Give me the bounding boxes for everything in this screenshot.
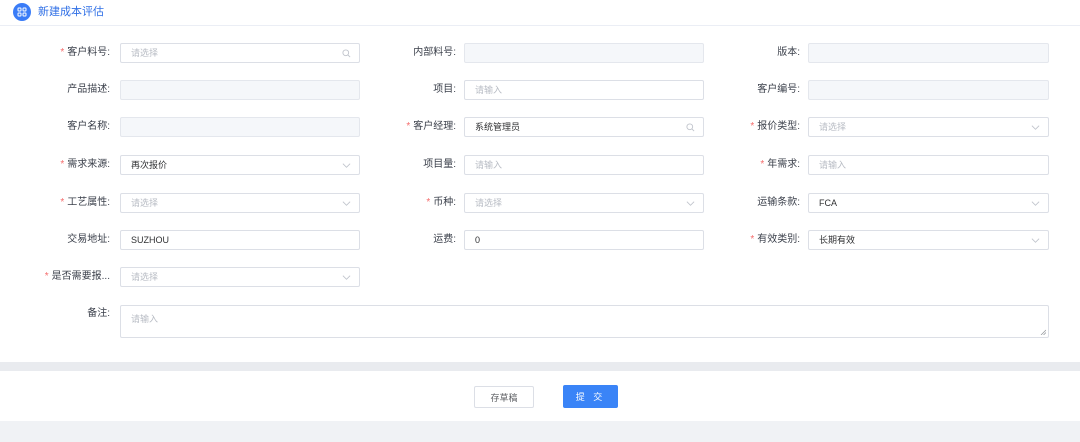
customer-name-label: 客户名称: [67,121,110,132]
shipping-terms-label: 运输条款: [757,197,800,208]
currency-select[interactable]: 请选择 [464,193,704,213]
currency-label: * 币种: [426,197,456,208]
demand-source-label: * 需求来源: [60,159,110,170]
remarks-label: 备注: [87,308,110,319]
process-attr-label: * 工艺属性: [60,197,110,208]
need-quote-select[interactable]: 请选择 [120,267,360,287]
chevron-down-icon [1031,231,1040,249]
validity-type-select[interactable]: 长期有效 [808,230,1049,250]
project-input[interactable]: 请输入 [464,80,704,100]
internal-part-no-field [464,43,704,63]
trade-address-input[interactable]: SUZHOU [120,230,360,250]
shipping-terms-select[interactable]: FCA [808,193,1049,213]
grid-icon [13,3,31,21]
quote-type-select[interactable]: 请选择 [808,117,1049,137]
customer-part-no-select[interactable]: 请选择 [120,43,360,63]
resize-grip-icon[interactable] [1040,329,1046,335]
internal-part-no-label: 内部料号: [413,47,456,58]
customer-code-field [808,80,1049,100]
version-label: 版本: [777,47,800,58]
project-volume-input[interactable]: 请输入 [464,155,704,175]
demand-source-select[interactable]: 再次报价 [120,155,360,175]
annual-demand-label: * 年需求: [760,159,800,170]
chevron-down-icon [1031,194,1040,212]
version-field [808,43,1049,63]
customer-manager-select[interactable]: 系统管理员 [464,117,704,137]
annual-demand-input[interactable]: 请输入 [808,155,1049,175]
customer-manager-label: * 客户经理: [406,121,456,132]
submit-button[interactable]: 提 交 [563,385,618,408]
project-label: 项目: [433,84,456,95]
need-quote-label: * 是否需要报... [44,271,110,282]
section-divider [0,362,1080,371]
page-bottom-band [0,421,1080,442]
quote-type-label: * 报价类型: [750,121,800,132]
validity-type-label: * 有效类别: [750,234,800,245]
customer-name-field [120,117,360,137]
freight-input[interactable]: 0 [464,230,704,250]
freight-label: 运费: [433,234,456,245]
product-desc-label: 产品描述: [67,84,110,95]
customer-code-label: 客户编号: [757,84,800,95]
chevron-down-icon [342,268,351,286]
remarks-textarea[interactable]: 请输入 [120,305,1049,338]
save-draft-button[interactable]: 存草稿 [474,386,534,408]
customer-part-no-label: * 客户料号: [60,47,110,58]
page-title: 新建成本评估 [38,6,104,18]
page-header: 新建成本评估 [0,0,1080,26]
project-volume-label: 项目量: [423,159,456,170]
form-footer [0,371,1080,421]
product-desc-field [120,80,360,100]
trade-address-label: 交易地址: [67,234,110,245]
chevron-down-icon [1031,118,1040,136]
process-attr-select[interactable]: 请选择 [120,193,360,213]
